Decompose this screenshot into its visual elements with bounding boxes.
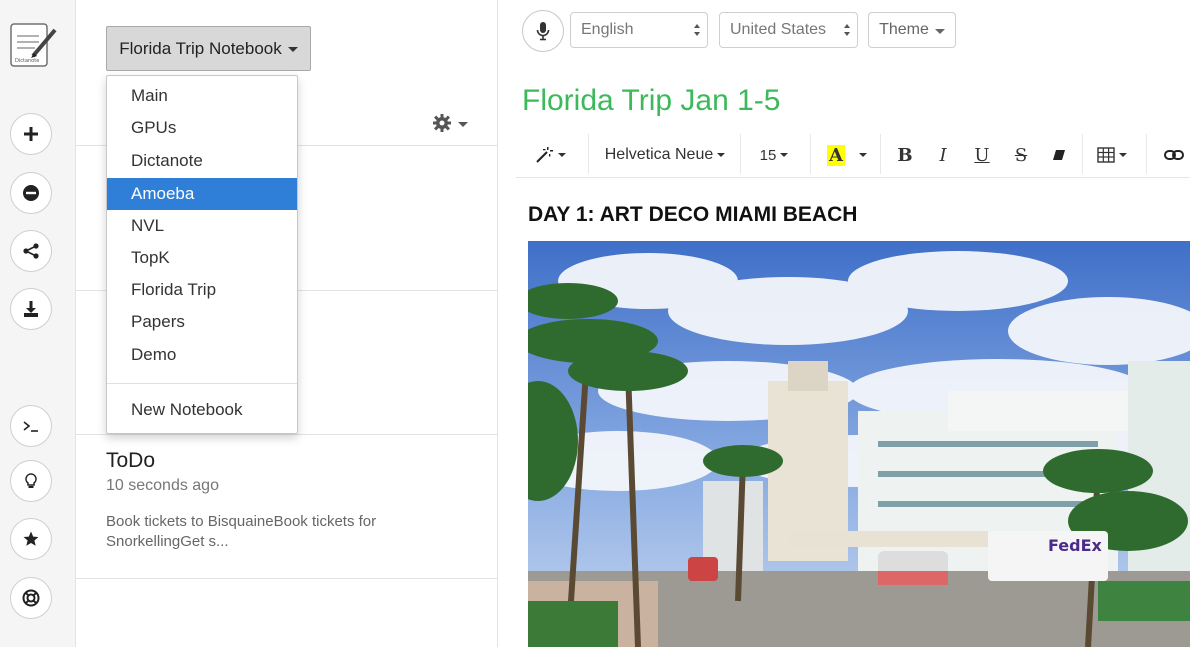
language-select-value: English bbox=[581, 21, 634, 38]
magic-format-button[interactable] bbox=[530, 142, 570, 168]
share-button[interactable] bbox=[10, 230, 52, 272]
download-button[interactable] bbox=[10, 288, 52, 330]
chevron-down-icon bbox=[287, 47, 298, 52]
table-insert-button[interactable] bbox=[1092, 142, 1132, 168]
dictation-button[interactable] bbox=[522, 10, 564, 52]
note-section-heading: DAY 1: ART DECO MIAMI BEACH bbox=[528, 203, 858, 226]
lifebuoy-icon bbox=[22, 589, 40, 607]
strikethrough-button[interactable]: S bbox=[1008, 142, 1034, 168]
clear-format-button[interactable] bbox=[1046, 142, 1072, 168]
terminal-button[interactable] bbox=[10, 405, 52, 447]
editor-panel: English United States Theme Florida Trip… bbox=[498, 0, 1190, 647]
share-icon bbox=[23, 243, 39, 259]
dropdown-item-papers[interactable]: Papers bbox=[107, 306, 297, 338]
eraser-icon bbox=[1053, 150, 1065, 160]
list-divider bbox=[76, 578, 498, 647]
notebook-dropdown-menu: Main GPUs Dictanote Amoeba NVL TopK Flor… bbox=[106, 75, 298, 434]
notebook-selector-button[interactable]: Florida Trip Notebook bbox=[106, 26, 311, 71]
link-icon bbox=[1164, 150, 1184, 160]
note-title-heading[interactable]: Florida Trip Jan 1-5 bbox=[522, 84, 780, 118]
svg-text:FedEx: FedEx bbox=[1048, 536, 1103, 555]
terminal-icon bbox=[23, 421, 38, 432]
underline-button[interactable]: U bbox=[969, 142, 995, 168]
toolbar-divider bbox=[810, 134, 811, 174]
delete-note-button[interactable] bbox=[10, 172, 52, 214]
download-icon bbox=[24, 301, 38, 317]
list-settings-button[interactable] bbox=[432, 113, 468, 133]
dropdown-divider bbox=[107, 383, 297, 384]
dropdown-item-nvl[interactable]: NVL bbox=[107, 210, 297, 242]
dropdown-item-demo[interactable]: Demo bbox=[107, 339, 297, 371]
theme-button-label: Theme bbox=[879, 21, 929, 38]
dropdown-item-dictanote[interactable]: Dictanote bbox=[107, 145, 297, 177]
add-note-button[interactable] bbox=[10, 113, 52, 155]
gear-icon bbox=[433, 114, 451, 132]
toolbar-divider bbox=[740, 134, 741, 174]
lightbulb-icon bbox=[25, 473, 37, 488]
font-family-value: Helvetica Neue bbox=[604, 146, 714, 163]
miami-beach-photo: FedEx bbox=[528, 241, 1190, 647]
note-timestamp: 10 seconds ago bbox=[106, 477, 219, 494]
dropdown-item-main[interactable]: Main bbox=[107, 80, 297, 112]
notebook-selector-label: Florida Trip Notebook bbox=[119, 38, 282, 58]
tips-button[interactable] bbox=[10, 460, 52, 502]
chevron-down-icon bbox=[858, 153, 867, 157]
toolbar-divider bbox=[880, 134, 881, 174]
font-family-select[interactable]: Helvetica Neue bbox=[600, 142, 730, 168]
formatting-toolbar: Helvetica Neue 15 A B I U S bbox=[516, 132, 1190, 178]
list-item[interactable]: ToDo 10 seconds ago Book tickets to Bisq… bbox=[76, 434, 498, 579]
chevron-down-icon bbox=[717, 153, 726, 157]
chevron-down-icon bbox=[1119, 153, 1127, 157]
highlight-color-button[interactable]: A bbox=[822, 142, 872, 168]
table-icon bbox=[1097, 147, 1115, 163]
help-button[interactable] bbox=[10, 577, 52, 619]
region-select[interactable]: United States bbox=[719, 12, 858, 48]
dropdown-item-amoeba[interactable]: Amoeba bbox=[107, 178, 297, 210]
microphone-icon bbox=[536, 22, 550, 41]
dropdown-item-topk[interactable]: TopK bbox=[107, 242, 297, 274]
plus-icon bbox=[24, 127, 38, 141]
dropdown-item-gpus[interactable]: GPUs bbox=[107, 112, 297, 144]
toolbar-divider bbox=[1082, 134, 1083, 174]
minus-circle-icon bbox=[23, 185, 39, 201]
select-arrows-icon bbox=[694, 24, 700, 36]
dropdown-item-new-notebook[interactable]: New Notebook bbox=[107, 394, 297, 426]
chevron-down-icon bbox=[558, 153, 566, 157]
dropdown-item-florida-trip[interactable]: Florida Trip bbox=[107, 274, 297, 306]
theme-button[interactable]: Theme bbox=[868, 12, 956, 48]
chevron-down-icon bbox=[934, 28, 945, 34]
bold-button[interactable]: B bbox=[892, 142, 918, 168]
select-arrows-icon bbox=[844, 24, 850, 36]
italic-button[interactable]: I bbox=[930, 142, 956, 168]
dictanote-logo[interactable]: Dictanote bbox=[9, 22, 61, 70]
toolbar-divider bbox=[1146, 134, 1147, 174]
magic-wand-icon bbox=[536, 147, 553, 163]
note-snippet: Book tickets to BisquaineBook tickets fo… bbox=[106, 513, 377, 550]
language-select[interactable]: English bbox=[570, 12, 708, 48]
toolbar-divider bbox=[588, 134, 589, 174]
insert-link-button[interactable] bbox=[1160, 142, 1188, 168]
left-rail: Dictanote bbox=[0, 0, 76, 647]
chevron-down-icon bbox=[780, 153, 789, 157]
chevron-down-icon bbox=[458, 121, 468, 127]
region-select-value: United States bbox=[730, 21, 827, 38]
note-title: ToDo bbox=[106, 449, 156, 472]
font-size-select[interactable]: 15 bbox=[752, 142, 796, 168]
highlight-icon: A bbox=[827, 144, 845, 166]
font-size-value: 15 bbox=[759, 146, 777, 164]
svg-text:Dictanote: Dictanote bbox=[15, 58, 39, 64]
star-icon bbox=[23, 531, 39, 546]
favorites-button[interactable] bbox=[10, 518, 52, 560]
